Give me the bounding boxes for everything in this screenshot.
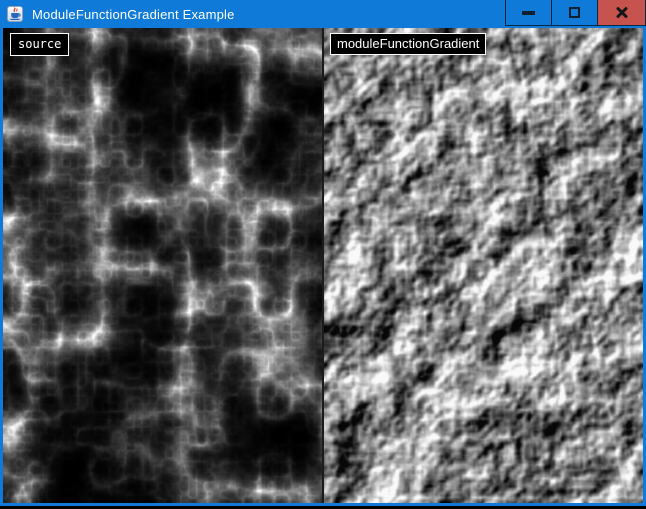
java-coffee-cup-icon bbox=[7, 6, 23, 22]
minimize-button[interactable] bbox=[505, 0, 552, 26]
window-controls bbox=[506, 0, 646, 26]
maximize-button[interactable] bbox=[551, 0, 598, 26]
window-title: ModuleFunctionGradient Example bbox=[32, 7, 235, 22]
app-window: ModuleFunctionGradient Example source mo… bbox=[0, 0, 646, 509]
minimize-icon bbox=[522, 11, 535, 15]
titlebar[interactable]: ModuleFunctionGradient Example bbox=[0, 0, 646, 28]
source-label: source bbox=[10, 33, 69, 56]
gradient-image bbox=[324, 28, 643, 503]
content-area: source moduleFunctionGradient bbox=[3, 28, 643, 503]
close-button[interactable] bbox=[597, 0, 646, 26]
gradient-label: moduleFunctionGradient bbox=[330, 33, 486, 55]
source-image bbox=[3, 28, 322, 503]
maximize-icon bbox=[569, 7, 580, 18]
close-icon bbox=[615, 6, 629, 20]
